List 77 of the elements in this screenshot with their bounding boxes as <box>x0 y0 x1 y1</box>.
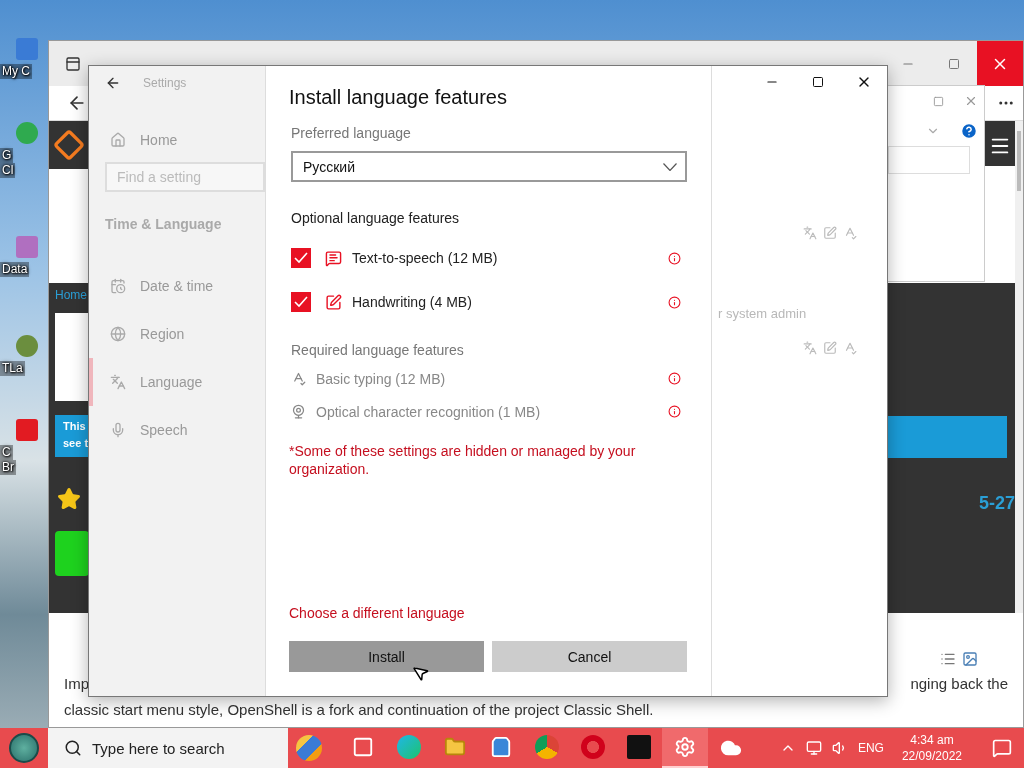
maximize-icon[interactable] <box>812 76 824 88</box>
nav-icon <box>110 278 126 294</box>
image-icon[interactable] <box>962 651 978 667</box>
feature-label: Optical character recognition (1 MB) <box>316 403 542 420</box>
search-icon <box>64 739 82 757</box>
close-button[interactable] <box>977 41 1023 86</box>
info-icon[interactable] <box>668 251 681 265</box>
language-dropdown[interactable]: Русский <box>291 151 687 182</box>
checkbox[interactable] <box>291 248 311 268</box>
article-text: nging back the <box>910 674 1008 694</box>
search-highlight-drawing[interactable] <box>296 735 322 761</box>
nav-icon <box>110 422 126 438</box>
section-heading: Time & Language <box>104 216 223 232</box>
list-view-icon[interactable] <box>940 651 956 667</box>
taskbar-app[interactable] <box>662 728 708 768</box>
feature-icon <box>325 293 342 311</box>
policy-note: *Some of these settings are hidden or managed by your organization. <box>289 442 637 478</box>
scrollbar[interactable] <box>1015 121 1023 613</box>
banner-text: see t <box>63 436 89 451</box>
pen-icon <box>823 341 837 355</box>
install-button[interactable]: Install <box>289 641 484 672</box>
store-icon <box>490 736 512 758</box>
info-icon[interactable] <box>668 295 681 309</box>
info-icon[interactable] <box>668 405 681 418</box>
change-language-link[interactable]: Choose a different language <box>289 605 687 621</box>
checkbox[interactable] <box>291 292 311 312</box>
chevron-down-icon <box>663 162 677 171</box>
home-link[interactable]: Home <box>49 283 89 313</box>
version-text: 5-27 <box>978 493 1015 514</box>
pen-icon <box>823 226 837 240</box>
nav-item[interactable]: Language <box>89 358 265 406</box>
help-icon[interactable] <box>960 122 978 140</box>
terminal-icon <box>627 735 651 759</box>
home-nav-item[interactable]: Home <box>89 128 265 152</box>
back-icon[interactable] <box>105 75 121 91</box>
network-icon[interactable] <box>805 740 822 756</box>
browser-icon <box>397 735 421 759</box>
cancel-button[interactable]: Cancel <box>492 641 687 672</box>
article-text: Imp <box>64 674 89 694</box>
nav-item[interactable]: Speech <box>89 406 265 454</box>
nav-item[interactable]: Region <box>89 310 265 358</box>
feature-icon <box>325 249 342 267</box>
feature-icon <box>291 371 306 386</box>
notification-icon[interactable] <box>992 738 1012 758</box>
window-title: Settings <box>143 76 187 90</box>
section-heading: Optional language features <box>291 210 461 226</box>
article-text: classic start menu style, OpenShell is a fork and continuation of the project Classic Shell. <box>64 700 654 720</box>
feature-icon <box>291 404 306 419</box>
feature-label: Basic typing (12 MB) <box>316 370 447 387</box>
clock[interactable]: 4:34 am 22/09/2022 <box>901 732 962 764</box>
tab-actions-icon[interactable] <box>65 55 81 72</box>
field-label: Preferred language <box>291 125 412 141</box>
task-view-icon <box>352 736 374 758</box>
star-icon <box>57 487 81 511</box>
dialog-title: Install language features <box>289 86 508 109</box>
faded-text: r system admin <box>718 306 808 321</box>
input-language[interactable]: ENG <box>857 741 884 755</box>
banner-text: This <box>63 419 87 434</box>
section-heading: Required language features <box>291 342 465 358</box>
info-icon[interactable] <box>668 372 681 385</box>
shortcut-icon[interactable] <box>16 335 38 357</box>
nav-icon <box>110 374 126 390</box>
language-icon <box>803 341 817 355</box>
download-button[interactable] <box>55 531 89 576</box>
spellcheck-icon <box>843 226 857 240</box>
language-icon <box>803 226 817 240</box>
feature-label: Handwriting (4 MB) <box>352 294 473 310</box>
settings-icon <box>674 736 696 758</box>
start-button[interactable] <box>9 733 39 763</box>
nav-item[interactable]: Date & time <box>89 262 265 310</box>
folder-icon <box>444 736 466 758</box>
nav-icon <box>110 326 126 342</box>
spellcheck-icon <box>843 341 857 355</box>
feature-label: Text-to-speech (12 MB) <box>352 250 499 266</box>
taskbar-search-field[interactable]: Type here to search <box>48 728 288 768</box>
input-field[interactable] <box>888 146 970 174</box>
home-icon <box>110 132 126 148</box>
